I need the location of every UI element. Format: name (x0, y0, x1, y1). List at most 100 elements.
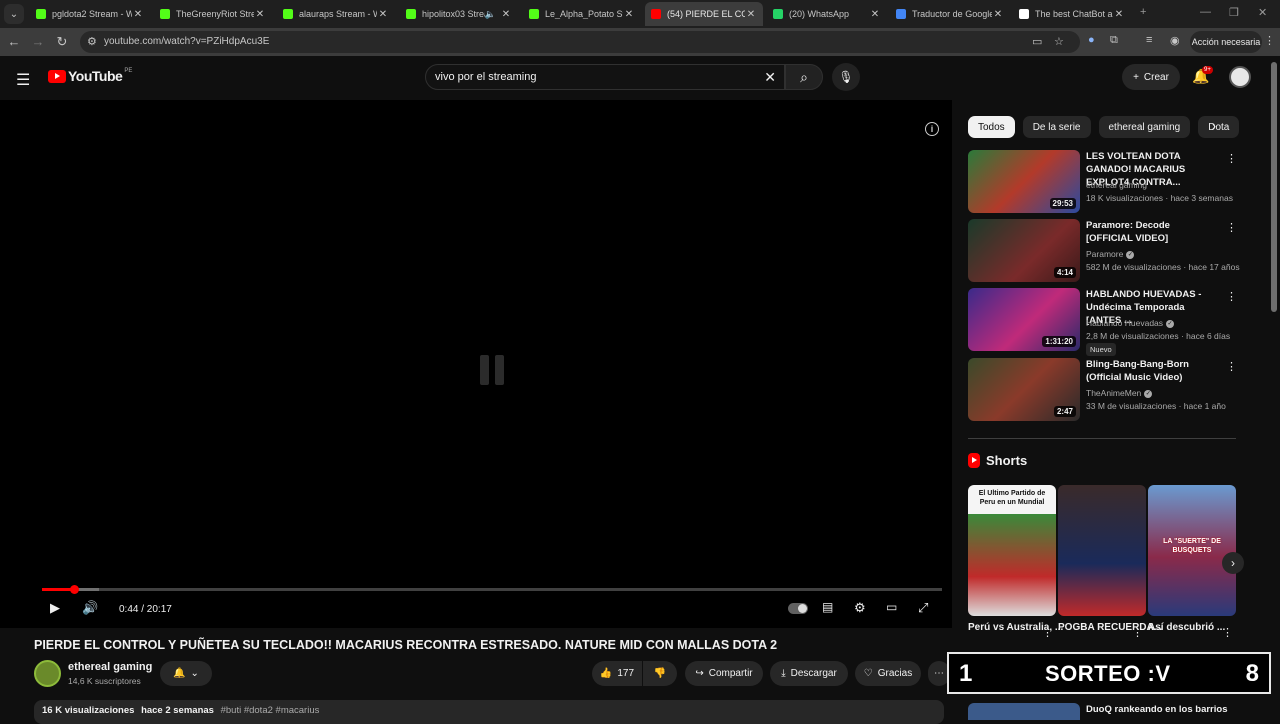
voice-search-icon[interactable]: 🎙 (832, 63, 860, 91)
page-scrollbar[interactable] (1268, 56, 1280, 720)
search-input[interactable]: vivo por el streaming ✕ (425, 64, 785, 90)
info-icon[interactable]: i (925, 122, 939, 136)
forward-icon[interactable]: → (30, 34, 46, 49)
download-button[interactable]: ⤓ Descargar (770, 661, 848, 686)
youtube-logo[interactable]: YouTube PE (48, 68, 132, 84)
video-player[interactable]: i ▶ 🔊 0:44 / 20:17 ▤ ⚙ ▭ ⤢ (0, 100, 952, 628)
filter-chip[interactable]: ethereal gaming (1098, 116, 1191, 138)
video-thumbnail[interactable]: 2:47 (968, 358, 1080, 421)
browser-tab[interactable]: (54) PIERDE EL CONT✕ (645, 2, 763, 26)
browser-menu-icon[interactable]: ⋮ (1264, 34, 1275, 47)
back-icon[interactable]: ← (6, 34, 22, 49)
subtitles-icon[interactable]: ▤ (822, 600, 833, 614)
create-button[interactable]: + Crear (1122, 64, 1180, 90)
filter-chip[interactable]: Dota (1198, 116, 1240, 138)
reading-list-icon[interactable]: ≡ (1146, 34, 1152, 46)
short-title[interactable]: Así descubrió ... (1148, 622, 1225, 633)
more-options-icon[interactable]: ⋮ (1226, 290, 1237, 303)
filter-chip[interactable]: De la serie (1022, 116, 1091, 138)
description-box[interactable]: 16 K visualizaciones hace 2 semanas #but… (34, 700, 944, 724)
account-avatar[interactable] (1229, 66, 1251, 88)
more-options-icon[interactable]: ⋮ (1042, 626, 1053, 639)
recommendation-title[interactable]: Paramore: Decode [OFFICIAL VIDEO] (1086, 219, 1216, 245)
cast-icon[interactable]: ▭ (1032, 35, 1042, 48)
recommendation-item[interactable]: 1:31:20 HABLANDO HUEVADAS - Undécima Temp… (968, 288, 1240, 356)
menu-icon[interactable]: ☰ (16, 70, 30, 90)
recommendation-item[interactable]: 29:53 LES VOLTEAN DOTA GANADO! MACARIUS E… (968, 150, 1240, 214)
browser-tab[interactable]: TheGreenyRiot Stream✕ (154, 2, 272, 26)
tab-audio-icon[interactable]: 🔈 (485, 9, 496, 20)
browser-tab[interactable]: Traductor de Google ✕ (890, 2, 1010, 26)
recommendation-title[interactable]: Bling-Bang-Bang-Born (Official Music Vid… (1086, 358, 1216, 384)
profile-avatar-icon[interactable]: ◉ (1170, 34, 1180, 47)
video-thumbnail[interactable]: 1:31:20 (968, 288, 1080, 351)
channel-name[interactable]: ethereal gaming (1086, 180, 1147, 190)
next-recommendation-thumbnail[interactable] (968, 703, 1080, 720)
thanks-button[interactable]: ♡ Gracias (855, 661, 921, 686)
channel-name[interactable]: TheAnimeMen (1086, 388, 1141, 398)
recommendation-channel[interactable]: Hablando Huevadas ✓ (1086, 318, 1175, 328)
browser-tab[interactable]: Le_Alpha_Potato Stre✕ (523, 2, 641, 26)
share-button[interactable]: ↪ Compartir (685, 661, 763, 686)
browser-tab[interactable]: alauraps Stream - Wa✕ (277, 2, 395, 26)
chip-next-icon[interactable]: › (1212, 119, 1216, 133)
clear-search-icon[interactable]: ✕ (764, 69, 776, 86)
settings-gear-icon[interactable]: ⚙ (854, 600, 866, 616)
recommendation-channel[interactable]: Paramore ✓ (1086, 249, 1135, 259)
short-thumbnail[interactable] (1058, 485, 1146, 616)
site-info-icon[interactable]: ⚙ (87, 35, 97, 48)
bookmark-star-icon[interactable]: ☆ (1054, 35, 1064, 48)
tab-close-icon[interactable]: ✕ (377, 9, 389, 20)
tab-close-icon[interactable]: ✕ (623, 9, 635, 20)
tab-close-icon[interactable]: ✕ (1113, 9, 1125, 20)
scrollbar-thumb[interactable] (1271, 62, 1277, 312)
recommendation-item[interactable]: 4:14 Paramore: Decode [OFFICIAL VIDEO] Par… (968, 219, 1240, 283)
new-tab-icon[interactable]: + (1140, 6, 1146, 18)
more-options-icon[interactable]: ⋮ (1226, 360, 1237, 373)
channel-avatar[interactable] (34, 660, 61, 687)
omnibox[interactable]: ⚙ youtube.com/watch?v=PZiHdpAcu3E ▭ ☆ (80, 31, 1080, 53)
search-query[interactable]: vivo por el streaming (435, 71, 537, 83)
shorts-next-icon[interactable]: › (1222, 552, 1244, 574)
dislike-button[interactable]: 👎 (643, 661, 677, 686)
subscription-bell-button[interactable]: 🔔 ⌄ (160, 661, 212, 686)
volume-icon[interactable]: 🔊 (82, 600, 98, 616)
theater-mode-icon[interactable]: ▭ (886, 600, 897, 614)
more-options-icon[interactable]: ⋮ (1222, 626, 1233, 639)
channel-name[interactable]: ethereal gaming (68, 661, 152, 673)
fullscreen-icon[interactable]: ⤢ (918, 600, 928, 616)
minimize-icon[interactable]: — (1200, 6, 1211, 18)
short-thumbnail[interactable]: El Ultimo Partido de Peru en un Mundial (968, 485, 1056, 616)
tab-close-icon[interactable]: ✕ (869, 9, 881, 20)
browser-tab[interactable]: (20) WhatsApp ✕ (767, 2, 887, 26)
next-recommendation-title[interactable]: DuoQ rankeando en los barrios (1086, 704, 1227, 715)
autoplay-toggle[interactable] (788, 603, 808, 614)
tab-close-icon[interactable]: ✕ (992, 9, 1004, 20)
tab-close-icon[interactable]: ✕ (254, 9, 266, 20)
filter-chip[interactable]: Todos (968, 116, 1015, 138)
video-thumbnail[interactable]: 29:53 (968, 150, 1080, 213)
recommendation-channel[interactable]: ethereal gaming (1086, 180, 1147, 190)
search-button[interactable]: ⌕ (785, 64, 823, 90)
recommendation-item[interactable]: 2:47 Bling-Bang-Bang-Born (Official Music… (968, 358, 1240, 422)
close-window-icon[interactable]: ✕ (1258, 6, 1267, 19)
video-thumbnail[interactable]: 4:14 (968, 219, 1080, 282)
more-options-icon[interactable]: ⋮ (1226, 221, 1237, 234)
url-text[interactable]: youtube.com/watch?v=PZiHdpAcu3E (104, 36, 269, 47)
action-needed-button[interactable]: Acción necesaria (1190, 31, 1262, 53)
short-thumbnail[interactable]: LA "SUERTE" DE BUSQUETS (1148, 485, 1236, 616)
extensions-icon[interactable]: ⧉ (1110, 34, 1118, 47)
short-title[interactable]: POGBA RECUERDA... (1058, 622, 1162, 633)
profile-extension-icon[interactable]: ● (1088, 34, 1095, 46)
scrubber-handle[interactable] (70, 585, 80, 594)
browser-tab[interactable]: The best ChatBot an ✕ (1013, 2, 1131, 26)
browser-tab[interactable]: hipolitox03 Strea 🔈 ✕ (400, 2, 518, 26)
more-options-icon[interactable]: ⋮ (1132, 626, 1143, 639)
progress-bar[interactable] (42, 585, 942, 594)
recommendation-channel[interactable]: TheAnimeMen ✓ (1086, 388, 1153, 398)
tab-search-menu-icon[interactable]: ⌄ (4, 4, 24, 24)
maximize-icon[interactable]: ❐ (1229, 6, 1239, 19)
more-options-icon[interactable]: ⋮ (1226, 152, 1237, 165)
tab-close-icon[interactable]: ✕ (745, 9, 757, 20)
channel-name[interactable]: Paramore (1086, 249, 1123, 259)
